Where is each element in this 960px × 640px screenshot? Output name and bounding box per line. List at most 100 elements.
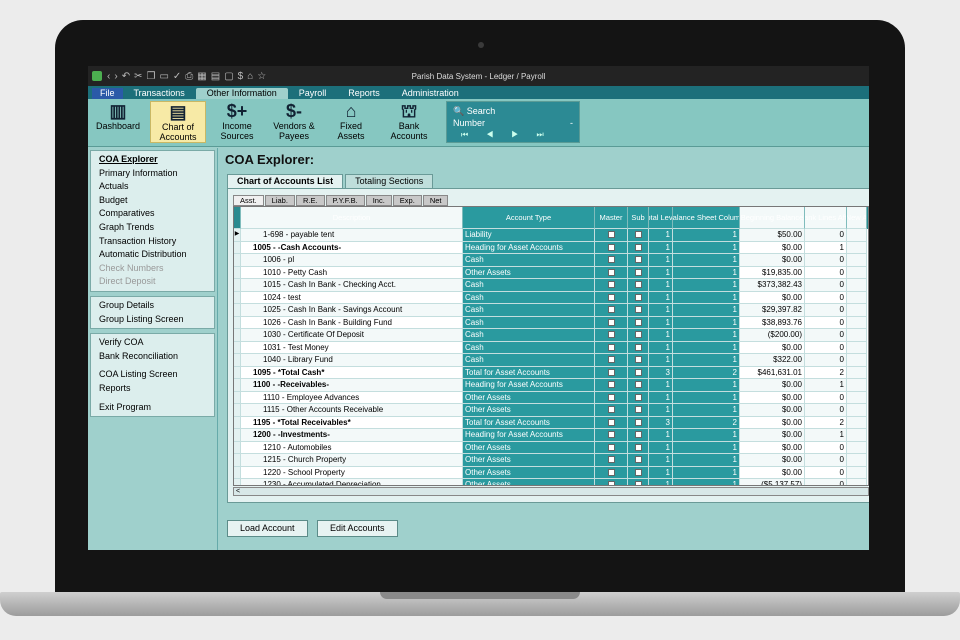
sub-checkbox[interactable] <box>634 356 642 364</box>
master-checkbox[interactable] <box>607 281 615 289</box>
sub-checkbox[interactable] <box>634 331 642 339</box>
sidebar-item-coa-explorer[interactable]: COA Explorer <box>91 153 214 167</box>
cell-sub[interactable] <box>628 291 649 304</box>
subtab-liab[interactable]: Liab. <box>264 195 295 206</box>
subtab-exp[interactable]: Exp. <box>392 195 422 206</box>
cell-sub[interactable] <box>628 454 649 467</box>
sub-checkbox[interactable] <box>634 431 642 439</box>
cell-master[interactable] <box>595 479 628 485</box>
menu-payroll[interactable]: Payroll <box>288 88 338 99</box>
col-new[interactable]: New A <box>847 207 867 229</box>
col-total-level[interactable]: Total Level <box>649 207 673 229</box>
sidebar-item-coa-listing-screen[interactable]: COA Listing Screen <box>91 368 214 382</box>
cell-sub[interactable] <box>628 316 649 329</box>
table-row[interactable]: 1200 - -Investments- Heading for Asset Ac… <box>234 429 868 442</box>
cell-master[interactable] <box>595 366 628 379</box>
cell-sub[interactable] <box>628 404 649 417</box>
search-panel[interactable]: 🔍 Search Number - ⏮◀▶⏭ <box>446 101 580 143</box>
cell-sub[interactable] <box>628 479 649 485</box>
edit-accounts-button[interactable]: Edit Accounts <box>317 520 398 537</box>
chart-of-accounts-button[interactable]: ▤ Chart of Accounts <box>150 101 206 143</box>
cell-master[interactable] <box>595 379 628 392</box>
cell-master[interactable] <box>595 229 628 242</box>
master-checkbox[interactable] <box>607 331 615 339</box>
table-row[interactable]: 1024 - test Cash 1 1 $0.00 0 <box>234 291 868 304</box>
master-checkbox[interactable] <box>607 456 615 464</box>
sub-checkbox[interactable] <box>634 443 642 451</box>
col-blank-lines-after[interactable]: Blank Lines After <box>805 207 847 229</box>
sub-checkbox[interactable] <box>634 368 642 376</box>
cell-sub[interactable] <box>628 354 649 367</box>
undo-icon[interactable]: ↶ <box>122 71 130 82</box>
master-checkbox[interactable] <box>607 231 615 239</box>
load-account-button[interactable]: Load Account <box>227 520 308 537</box>
subtab-asst[interactable]: Asst. <box>233 195 264 206</box>
menu-administration[interactable]: Administration <box>391 88 470 99</box>
sidebar-item-transaction-history[interactable]: Transaction History <box>91 235 214 249</box>
sidebar-item-comparatives[interactable]: Comparatives <box>91 207 214 221</box>
cell-sub[interactable] <box>628 254 649 267</box>
sub-checkbox[interactable] <box>634 393 642 401</box>
master-checkbox[interactable] <box>607 306 615 314</box>
col-account-type[interactable]: Account Type <box>463 207 595 229</box>
sub-checkbox[interactable] <box>634 268 642 276</box>
cell-master[interactable] <box>595 391 628 404</box>
fixed-assets-button[interactable]: ⌂ Fixed Assets <box>328 101 374 143</box>
menu-reports[interactable]: Reports <box>337 88 391 99</box>
cell-master[interactable] <box>595 466 628 479</box>
subtab-inc[interactable]: Inc. <box>365 195 392 206</box>
master-checkbox[interactable] <box>607 406 615 414</box>
cell-master[interactable] <box>595 266 628 279</box>
sub-checkbox[interactable] <box>634 381 642 389</box>
spell-icon[interactable]: ✓ <box>173 71 181 82</box>
sub-checkbox[interactable] <box>634 306 642 314</box>
cell-sub[interactable] <box>628 229 649 242</box>
master-checkbox[interactable] <box>607 431 615 439</box>
master-checkbox[interactable] <box>607 256 615 264</box>
cell-master[interactable] <box>595 279 628 292</box>
table-row[interactable]: 1215 - Church Property Other Assets 1 1 $0.0… <box>234 454 868 467</box>
master-checkbox[interactable] <box>607 393 615 401</box>
cell-sub[interactable] <box>628 379 649 392</box>
search-field-select[interactable]: Number <box>453 117 485 129</box>
master-checkbox[interactable] <box>607 343 615 351</box>
sub-checkbox[interactable] <box>634 256 642 264</box>
table-row[interactable]: 1025 - Cash In Bank - Savings Account Cas… <box>234 304 868 317</box>
tab-totaling-sections[interactable]: Totaling Sections <box>345 174 434 188</box>
copy-icon[interactable]: ❐ <box>146 71 155 82</box>
horizontal-scrollbar[interactable]: < <box>233 487 869 496</box>
vendors-payees-button[interactable]: $- Vendors & Payees <box>268 101 320 143</box>
home-icon[interactable]: ⌂ <box>247 71 253 82</box>
cell-sub[interactable] <box>628 441 649 454</box>
cell-master[interactable] <box>595 254 628 267</box>
table-row[interactable]: 1040 - Library Fund Cash 1 1 $322.00 0 <box>234 354 868 367</box>
cell-master[interactable] <box>595 341 628 354</box>
forward-icon[interactable]: › <box>114 71 117 82</box>
sub-checkbox[interactable] <box>634 481 642 485</box>
table-row[interactable]: 1006 - pl Cash 1 1 $0.00 0 <box>234 254 868 267</box>
cell-sub[interactable] <box>628 391 649 404</box>
col-beginning-balance[interactable]: Beginning Balance <box>740 207 805 229</box>
master-checkbox[interactable] <box>607 356 615 364</box>
print-icon[interactable]: ⎙ <box>185 71 193 82</box>
record-navigation[interactable]: ⏮◀▶⏭ <box>453 129 573 141</box>
star-icon[interactable]: ☆ <box>257 71 266 82</box>
col-balance-sheet-column[interactable]: Balance Sheet Column <box>673 207 740 229</box>
table-row[interactable]: 1220 - School Property Other Assets 1 1 $0.0… <box>234 466 868 479</box>
scroll-left-arrow[interactable]: < <box>236 488 240 495</box>
menu-other-information[interactable]: Other Information <box>195 88 288 99</box>
sidebar-item-group-listing-screen[interactable]: Group Listing Screen <box>91 313 214 327</box>
sub-checkbox[interactable] <box>634 231 642 239</box>
cell-sub[interactable] <box>628 416 649 429</box>
table-row[interactable]: ▶ 1-698 - payable tent Liability 1 1 $50.00 0 <box>234 229 868 242</box>
sub-checkbox[interactable] <box>634 293 642 301</box>
subtab-re[interactable]: R.E. <box>295 195 325 206</box>
cell-master[interactable] <box>595 404 628 417</box>
master-checkbox[interactable] <box>607 418 615 426</box>
cell-sub[interactable] <box>628 329 649 342</box>
master-checkbox[interactable] <box>607 243 615 251</box>
sidebar-item-primary-information[interactable]: Primary Information <box>91 167 214 181</box>
cell-sub[interactable] <box>628 279 649 292</box>
master-checkbox[interactable] <box>607 481 615 485</box>
cell-master[interactable] <box>595 416 628 429</box>
